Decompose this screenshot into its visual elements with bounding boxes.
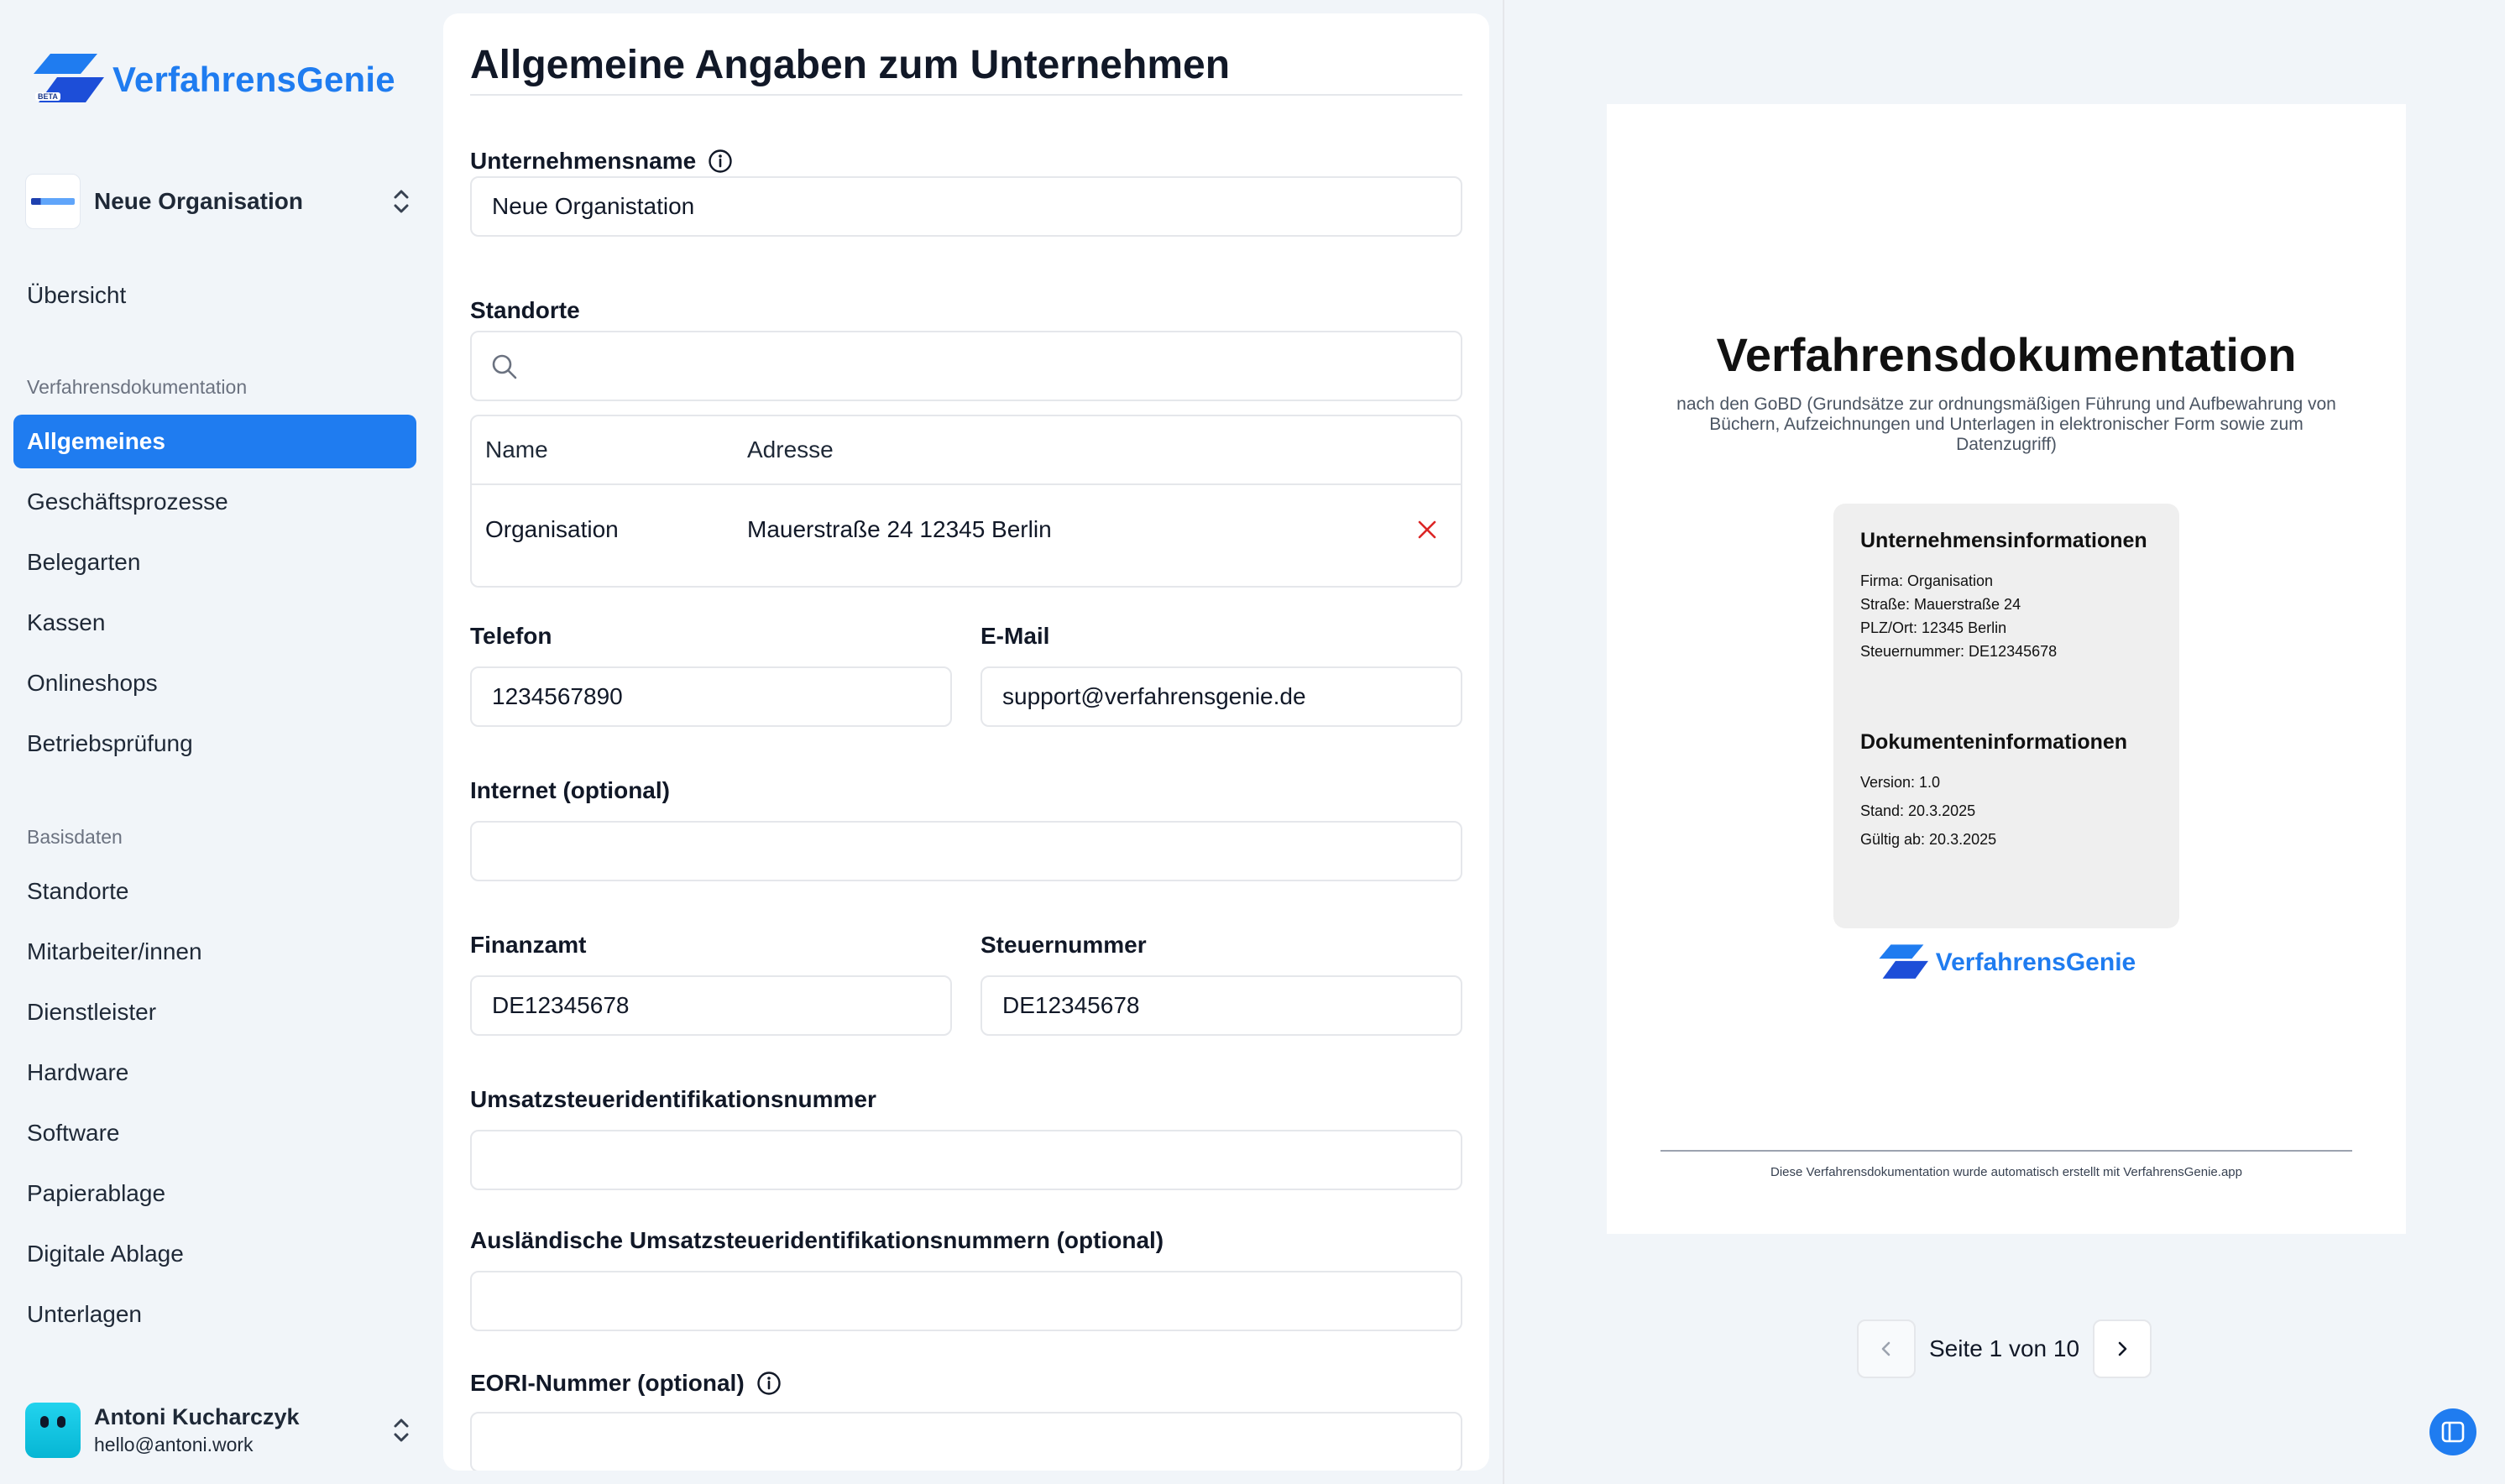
vat-id-input[interactable] — [470, 1130, 1462, 1190]
organization-name: Neue Organisation — [94, 188, 303, 214]
internet-label: Internet (optional) — [470, 777, 670, 803]
sidebar-item-digital-filing[interactable]: Digitale Ablage — [13, 1227, 416, 1281]
column-header-name: Name — [485, 436, 548, 462]
sidebar-item-business-processes[interactable]: Geschäftsprozesse — [13, 475, 416, 529]
sidebar-item-online-shops[interactable]: Onlineshops — [13, 656, 416, 710]
document-info-line: Stand: 20.3.2025 — [1860, 802, 1976, 819]
chevron-right-icon — [2118, 1341, 2127, 1356]
info-icon[interactable] — [756, 1371, 782, 1396]
sidebar-item-cash-registers[interactable]: Kassen — [13, 596, 416, 650]
sidebar-item-locations[interactable]: Standorte — [13, 865, 416, 918]
company-info-heading: Unternehmensinformationen — [1860, 529, 2147, 552]
company-form-panel: Allgemeine Angaben zum Unternehmen Unter… — [443, 13, 1489, 1471]
preview-logo-text: VerfahrensGenie — [1935, 948, 2136, 976]
table-header: Name Adresse — [472, 416, 1461, 485]
page-indicator: Seite 1 von 10 — [1929, 1335, 2080, 1361]
sidebar-section-heading: Basisdaten — [27, 826, 123, 848]
toggle-panel-button[interactable] — [2429, 1408, 2476, 1455]
sidebar-item-paper-filing[interactable]: Papierablage — [13, 1167, 416, 1220]
search-icon — [492, 354, 517, 379]
chevron-up-down-icon — [394, 1419, 409, 1442]
next-page-button[interactable] — [2093, 1319, 2152, 1378]
sidebar-item-overview[interactable]: Übersicht — [13, 269, 416, 322]
organization-logo — [25, 174, 81, 229]
remove-location-button[interactable] — [1394, 519, 1461, 541]
brand-name: VerfahrensGenie — [112, 60, 395, 99]
brand-logo[interactable]: BETA VerfahrensGenie — [32, 52, 395, 107]
vat-id-label: Umsatzsteueridentifikationsnummer — [470, 1086, 876, 1112]
preview-footer: Diese Verfahrensdokumentation wurde auto… — [1770, 1165, 2242, 1179]
locations-search-input[interactable] — [470, 331, 1462, 401]
page-navigation: Seite 1 von 10 — [1857, 1319, 2152, 1378]
column-header-address: Adresse — [747, 436, 834, 462]
company-name-input[interactable] — [470, 176, 1462, 237]
sidebar-item-documents[interactable]: Unterlagen — [13, 1288, 416, 1341]
tax-office-label: Finanzamt — [470, 932, 587, 958]
email-input[interactable] — [981, 666, 1462, 727]
user-name: Antoni Kucharczyk — [94, 1404, 300, 1429]
table-row: Organisation Mauerstraße 24 12345 Berlin — [472, 485, 1461, 574]
sidebar-item-software[interactable]: Software — [13, 1106, 416, 1160]
phone-label: Telefon — [470, 623, 552, 649]
sidebar-item-employees[interactable]: Mitarbeiter/innen — [13, 925, 416, 979]
email-label: E-Mail — [981, 623, 1050, 649]
user-menu[interactable]: Antoni Kucharczyk hello@antoni.work — [25, 1400, 413, 1460]
eori-label: EORI-Nummer (optional) — [470, 1370, 782, 1397]
tax-number-input[interactable] — [981, 975, 1462, 1036]
sidebar-item-hardware[interactable]: Hardware — [13, 1046, 416, 1100]
chevron-up-down-icon — [394, 190, 409, 213]
tax-number-label: Steuernummer — [981, 932, 1147, 958]
locations-label: Standorte — [470, 297, 580, 323]
locations-table: Name Adresse Organisation Mauerstraße 24… — [470, 415, 1462, 588]
preview-subtitle: nach den GoBD (Grundsätze zur ordnungsmä… — [1676, 395, 2336, 454]
eori-input[interactable] — [470, 1412, 1462, 1471]
organization-switcher[interactable]: Neue Organisation — [25, 173, 413, 230]
document-preview: Verfahrensdokumentation nach den GoBD (G… — [1503, 0, 2505, 1484]
brand-logo-icon — [1879, 944, 1928, 979]
company-name-label-text: Unternehmensname — [470, 148, 697, 174]
previous-page-button[interactable] — [1857, 1319, 1916, 1378]
location-name: Organisation — [485, 516, 619, 542]
company-name-label: Unternehmensname — [470, 148, 733, 175]
close-icon — [1418, 520, 1436, 539]
phone-input[interactable] — [470, 666, 952, 727]
sidebar-item-service-providers[interactable]: Dienstleister — [13, 985, 416, 1039]
location-address: Mauerstraße 24 12345 Berlin — [747, 516, 1052, 542]
preview-title: Verfahrensdokumentation — [1716, 328, 2297, 381]
sidebar-item-tax-audit[interactable]: Betriebsprüfung — [13, 717, 416, 771]
company-info-line: PLZ/Ort: 12345 Berlin — [1860, 619, 2007, 636]
preview-logo: VerfahrensGenie — [1607, 943, 2406, 982]
tax-office-input[interactable] — [470, 975, 952, 1036]
info-icon[interactable] — [708, 149, 733, 174]
panel-icon — [2441, 1421, 2465, 1443]
avatar — [25, 1403, 81, 1458]
page-title: Allgemeine Angaben zum Unternehmen — [470, 43, 1231, 87]
divider — [470, 94, 1462, 96]
sidebar-item-document-types[interactable]: Belegarten — [13, 536, 416, 589]
user-email: hello@antoni.work — [94, 1434, 254, 1455]
foreign-vat-input[interactable] — [470, 1271, 1462, 1331]
sidebar-section-heading: Verfahrensdokumentation — [27, 376, 248, 398]
internet-input[interactable] — [470, 821, 1462, 881]
company-info-line: Straße: Mauerstraße 24 — [1860, 596, 2021, 613]
divider — [1660, 1150, 2352, 1152]
document-info-line: Version: 1.0 — [1860, 774, 1941, 791]
sidebar: BETA VerfahrensGenie Neue Organisation Ü… — [0, 0, 433, 1484]
sidebar-item-general[interactable]: Allgemeines — [13, 415, 416, 468]
company-info-line: Steuernummer: DE12345678 — [1860, 643, 2058, 660]
chevron-left-icon — [1881, 1341, 1891, 1356]
preview-info-card: Unternehmensinformationen Firma: Organis… — [1833, 504, 2179, 928]
foreign-vat-label: Ausländische Umsatzsteueridentifikations… — [470, 1227, 1164, 1253]
beta-badge: BETA — [35, 92, 60, 101]
company-info-line: Firma: Organisation — [1860, 572, 1994, 589]
preview-page: Verfahrensdokumentation nach den GoBD (G… — [1607, 104, 2406, 1234]
document-info-line: Gültig ab: 20.3.2025 — [1860, 831, 1997, 848]
document-info-heading: Dokumenteninformationen — [1860, 730, 2128, 754]
eori-label-text: EORI-Nummer (optional) — [470, 1370, 745, 1396]
